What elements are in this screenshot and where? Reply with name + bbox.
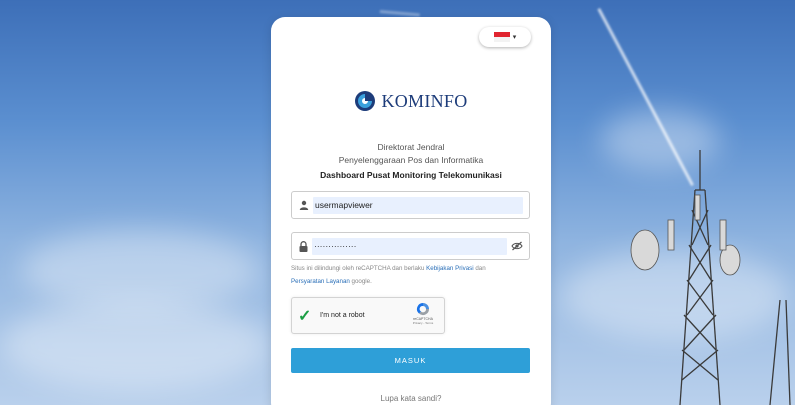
telecom-tower [630, 150, 791, 405]
checkmark-icon[interactable]: ✓ [298, 306, 318, 326]
recaptcha-links[interactable]: Privacy - Terms [413, 321, 434, 325]
header-line-1: Direktorat Jendral [377, 142, 445, 152]
header-line-2: Penyelenggaraan Pos dan Informatika [338, 155, 484, 165]
recaptcha-notice-text: google. [349, 278, 372, 285]
eye-off-icon[interactable] [511, 241, 523, 251]
privacy-policy-link[interactable]: Kebijakan Privasi [426, 265, 473, 272]
recaptcha-notice: Situs ini dilindungi oleh reCAPTCHA dan … [291, 262, 536, 288]
recaptcha-brand: reCAPTCHA Privacy - Terms [408, 302, 438, 325]
recaptcha-notice-text: Situs ini dilindungi oleh reCAPTCHA dan … [291, 265, 427, 272]
recaptcha-widget[interactable]: ✓ I'm not a robot reCAPTCHA Privacy - Te… [291, 297, 445, 334]
recaptcha-notice-text: dan [473, 265, 486, 272]
chevron-down-icon: ▾ [512, 34, 517, 41]
terms-of-service-link[interactable]: Persyaratan Layanan [291, 278, 350, 285]
login-card: ▾ KOMINFO Direktorat Jendral Penyelengga… [271, 17, 551, 405]
brand-logo: KOMINFO [271, 90, 551, 112]
username-field[interactable]: usermapviewer [291, 191, 530, 219]
password-field[interactable]: ··············· [291, 232, 530, 260]
password-input[interactable]: ··············· [312, 237, 507, 255]
username-input[interactable]: usermapviewer [313, 196, 523, 214]
language-selector[interactable]: ▾ [479, 27, 531, 47]
recaptcha-logo-icon [416, 302, 430, 316]
user-icon [299, 200, 309, 210]
login-button[interactable]: MASUK [291, 348, 530, 373]
forgot-password-link[interactable]: Lupa kata sandi? [271, 394, 551, 403]
recaptcha-label: I'm not a robot [320, 312, 365, 319]
brand-name: KOMINFO [381, 90, 468, 111]
page-title: Dashboard Pusat Monitoring Telekomunikas… [320, 170, 502, 180]
lock-icon [299, 240, 308, 252]
kominfo-logo-icon [355, 91, 376, 111]
id-flag-icon [493, 32, 510, 42]
